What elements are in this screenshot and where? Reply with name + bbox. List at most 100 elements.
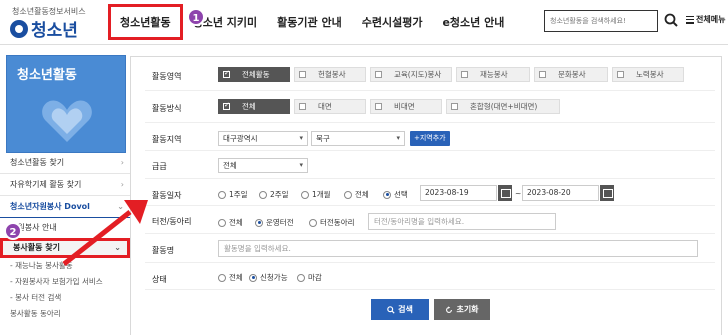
nav-youth-activity[interactable]: 청소년활동 xyxy=(108,4,183,40)
region-district-select[interactable]: 북구 ▾ xyxy=(311,131,405,146)
all-menu-button[interactable]: 전체메뉴 xyxy=(686,14,725,25)
status-radio-closed[interactable]: 마감 xyxy=(297,272,322,283)
base-radio-all[interactable]: 전체 xyxy=(218,217,243,228)
radio-icon xyxy=(218,218,226,227)
radio-selected-icon xyxy=(249,273,257,282)
chevron-down-icon: ▾ xyxy=(299,134,303,142)
region-city-select[interactable]: 대구광역시 ▾ xyxy=(218,131,308,146)
checkbox-icon xyxy=(375,71,382,78)
row-divider xyxy=(145,233,715,234)
base-radio-operating[interactable]: 운영터전 xyxy=(255,217,294,228)
label-area: 활동영역 xyxy=(152,72,182,81)
search-icon xyxy=(387,305,395,314)
area-option-labor[interactable]: 노력봉사 xyxy=(612,67,684,82)
sidebar-subsub-base-search[interactable]: - 봉사 터전 검색 xyxy=(0,290,130,306)
chevron-right-icon: › xyxy=(120,158,124,167)
base-radio-club[interactable]: 터전동아리 xyxy=(309,217,355,228)
banner-title: 청소년활동 xyxy=(17,68,77,83)
method-option-mixed[interactable]: 혼합형(대면+비대면) xyxy=(446,99,560,114)
radio-icon xyxy=(344,190,352,199)
reset-button[interactable]: 초기화 xyxy=(434,299,490,320)
label-method: 활동방식 xyxy=(152,104,182,113)
status-radio-available[interactable]: 신청가능 xyxy=(249,272,288,283)
area-option-education[interactable]: 교육(지도)봉사 xyxy=(370,67,452,82)
calendar-icon[interactable] xyxy=(600,185,614,201)
label-status: 상태 xyxy=(152,275,167,284)
hamburger-icon xyxy=(686,15,694,24)
chevron-down-icon: ▾ xyxy=(299,161,303,169)
logo[interactable]: 청소년 xyxy=(10,16,78,41)
add-region-button[interactable]: +지역추가 xyxy=(410,131,450,146)
sidebar-item-activity-search[interactable]: 청소년활동 찾기 › xyxy=(0,152,130,174)
heart-icon xyxy=(42,100,92,142)
step-badge-1: 1 xyxy=(187,8,205,26)
nav-facility-eval[interactable]: 수련시설평가 xyxy=(352,14,433,30)
checkbox-icon xyxy=(299,71,306,78)
checkbox-icon xyxy=(299,103,306,110)
row-divider xyxy=(145,205,715,206)
activity-name-input[interactable]: 활동명을 입력하세요. xyxy=(218,240,698,257)
date-radio-select[interactable]: 선택 xyxy=(383,189,408,200)
radio-selected-icon xyxy=(383,190,391,199)
date-radio-1month[interactable]: 1개월 xyxy=(301,189,331,200)
row-divider xyxy=(145,90,715,91)
label-region: 활동지역 xyxy=(152,135,182,144)
sidebar-subsub-club[interactable]: 봉사활동 동아리 xyxy=(0,306,130,322)
main-nav: 청소년활동 청소년 지키미 활동기관 안내 수련시설평가 e청소년 안내 xyxy=(108,0,514,44)
label-grade: 급급 xyxy=(152,162,167,171)
base-name-input[interactable]: 터전/동아리명을 입력하세요. xyxy=(368,213,556,230)
row-divider xyxy=(145,289,715,290)
method-option-nonface[interactable]: 비대면 xyxy=(370,99,442,114)
search-icon[interactable] xyxy=(664,13,678,27)
row-divider xyxy=(145,262,715,263)
chevron-down-icon: ▾ xyxy=(396,134,400,142)
radio-icon xyxy=(309,218,317,227)
area-option-all[interactable]: 전체활동 xyxy=(218,67,290,82)
radio-icon xyxy=(297,273,305,282)
nav-org-info[interactable]: 활동기관 안내 xyxy=(267,14,352,30)
radio-icon xyxy=(218,190,226,199)
area-option-blood[interactable]: 헌혈봉사 xyxy=(294,67,366,82)
checkbox-icon xyxy=(461,71,468,78)
method-option-face[interactable]: 대면 xyxy=(294,99,366,114)
sidebar-subsub-insurance[interactable]: - 자원봉사자 보험가입 서비스 xyxy=(0,274,130,290)
sidebar-item-label: 청소년활동 찾기 xyxy=(10,158,65,167)
checkbox-icon xyxy=(617,71,624,78)
date-radio-1week[interactable]: 1주일 xyxy=(218,189,248,200)
date-from-input[interactable]: 2023-08-19 xyxy=(420,185,497,201)
grade-select[interactable]: 전체 ▾ xyxy=(218,158,308,173)
method-option-all[interactable]: 전체 xyxy=(218,99,290,114)
checkbox-icon xyxy=(223,69,230,78)
refresh-icon xyxy=(446,305,453,313)
date-separator: ~ xyxy=(515,189,522,198)
area-option-culture[interactable]: 문화봉사 xyxy=(534,67,608,82)
row-divider xyxy=(145,150,715,151)
sidebar-sub-label: 봉사활동 찾기 xyxy=(13,243,60,252)
date-to-input[interactable]: 2023-08-20 xyxy=(522,185,599,201)
sidebar-item-label: 자유학기제 활동 찾기 xyxy=(10,180,82,189)
all-menu-label: 전체메뉴 xyxy=(696,15,726,24)
step-badge-2: 2 xyxy=(4,222,22,240)
checkbox-icon xyxy=(375,103,382,110)
checkbox-icon xyxy=(451,103,458,110)
header-search[interactable] xyxy=(544,10,658,32)
logo-mark-icon xyxy=(10,19,28,38)
row-divider xyxy=(145,122,715,123)
area-option-talent[interactable]: 재능봉사 xyxy=(456,67,530,82)
header-search-input[interactable] xyxy=(550,17,638,25)
date-radio-2week[interactable]: 2주일 xyxy=(259,189,289,200)
sidebar-banner: 청소년활동 xyxy=(6,55,126,153)
search-button[interactable]: 검색 xyxy=(371,299,429,320)
header: 청소년활동정보서비스 청소년 청소년활동 청소년 지키미 활동기관 안내 수련시… xyxy=(0,0,728,44)
checkbox-icon xyxy=(223,101,230,110)
calendar-icon[interactable] xyxy=(498,185,512,201)
status-radio-all[interactable]: 전체 xyxy=(218,272,243,283)
checkbox-icon xyxy=(539,71,546,78)
nav-e-youth-info[interactable]: e청소년 안내 xyxy=(432,14,514,30)
row-divider xyxy=(145,178,715,179)
radio-icon xyxy=(259,190,267,199)
logo-text: 청소년 xyxy=(31,21,78,41)
radio-icon xyxy=(301,190,309,199)
date-radio-all[interactable]: 전체 xyxy=(344,189,369,200)
radio-selected-icon xyxy=(255,218,263,227)
